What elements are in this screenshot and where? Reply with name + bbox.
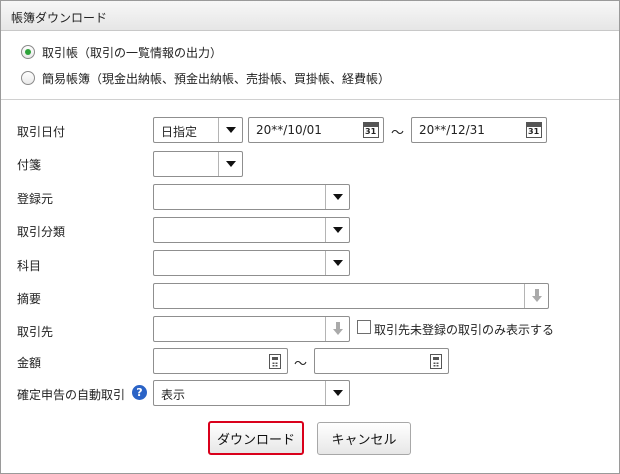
amount-range-separator: 〜 xyxy=(294,357,308,372)
chevron-down-icon[interactable] xyxy=(325,251,349,275)
download-button[interactable]: ダウンロード xyxy=(208,421,304,455)
description-label: 摘要 xyxy=(17,292,42,306)
registration-source-select[interactable] xyxy=(153,184,350,210)
radio-simple-books[interactable]: 簡易帳簿（現金出納帳、預金出納帳、売掛帳、買掛帳、経費帳） xyxy=(21,69,390,87)
partner-label: 取引先 xyxy=(17,325,54,339)
date-from-input[interactable]: 20**/10/01 31 xyxy=(248,117,384,143)
radio-unchecked-icon[interactable] xyxy=(21,71,35,85)
date-to-input[interactable]: 20**/12/31 31 xyxy=(411,117,547,143)
chevron-down-icon[interactable] xyxy=(325,381,349,405)
chevron-down-icon[interactable] xyxy=(218,118,242,142)
tag-label: 付箋 xyxy=(17,158,42,172)
chevron-down-icon[interactable] xyxy=(218,152,242,176)
date-mode-value: 日指定 xyxy=(161,125,198,139)
unregistered-partner-label: 取引先未登録の取引のみ表示する xyxy=(374,323,555,337)
radio-simple-books-label: 簡易帳簿（現金出納帳、預金出納帳、売掛帳、買掛帳、経費帳） xyxy=(42,71,391,86)
unregistered-partner-checkbox[interactable] xyxy=(357,320,371,334)
arrow-down-icon[interactable] xyxy=(524,284,548,308)
account-item-label: 科目 xyxy=(17,259,42,273)
calendar-glyph: 31 xyxy=(365,127,377,136)
tax-auto-label: 確定申告の自動取引 xyxy=(17,388,126,402)
cancel-button[interactable]: キャンセル xyxy=(317,422,411,455)
calendar-glyph: 31 xyxy=(528,127,540,136)
tax-auto-select[interactable]: 表示 xyxy=(153,380,350,406)
date-label: 取引日付 xyxy=(17,125,66,139)
amount-to-input[interactable] xyxy=(314,348,449,374)
date-mode-select[interactable]: 日指定 xyxy=(153,117,243,143)
tax-auto-value: 表示 xyxy=(161,388,186,402)
calculator-icon[interactable] xyxy=(424,349,448,373)
tag-select[interactable] xyxy=(153,151,243,177)
partner-input[interactable] xyxy=(153,316,350,342)
date-from-value: 20**/10/01 xyxy=(256,123,322,137)
date-range-separator: 〜 xyxy=(391,126,405,141)
calendar-icon[interactable]: 31 xyxy=(359,118,383,142)
chevron-down-icon[interactable] xyxy=(325,218,349,242)
arrow-down-icon[interactable] xyxy=(325,317,349,341)
panel-titlebar: 帳簿ダウンロード xyxy=(1,1,619,31)
help-icon[interactable]: ? xyxy=(132,385,147,400)
panel-title: 帳簿ダウンロード xyxy=(11,11,108,25)
description-input[interactable] xyxy=(153,283,549,309)
radio-transaction-book[interactable]: 取引帳（取引の一覧情報の出力） xyxy=(21,43,222,61)
registration-source-label: 登録元 xyxy=(17,192,54,206)
account-item-select[interactable] xyxy=(153,250,350,276)
amount-label: 金額 xyxy=(17,356,42,370)
chevron-down-icon[interactable] xyxy=(325,185,349,209)
radio-transaction-book-label: 取引帳（取引の一覧情報の出力） xyxy=(42,45,223,60)
calculator-icon[interactable] xyxy=(263,349,287,373)
transaction-category-select[interactable] xyxy=(153,217,350,243)
radio-checked-icon[interactable] xyxy=(21,45,35,59)
download-panel: 帳簿ダウンロード 取引帳（取引の一覧情報の出力） 簡易帳簿（現金出納帳、預金出納… xyxy=(0,0,620,474)
section-divider xyxy=(1,99,619,100)
calendar-icon[interactable]: 31 xyxy=(522,118,546,142)
amount-from-input[interactable] xyxy=(153,348,288,374)
transaction-category-label: 取引分類 xyxy=(17,225,66,239)
date-to-value: 20**/12/31 xyxy=(419,123,485,137)
